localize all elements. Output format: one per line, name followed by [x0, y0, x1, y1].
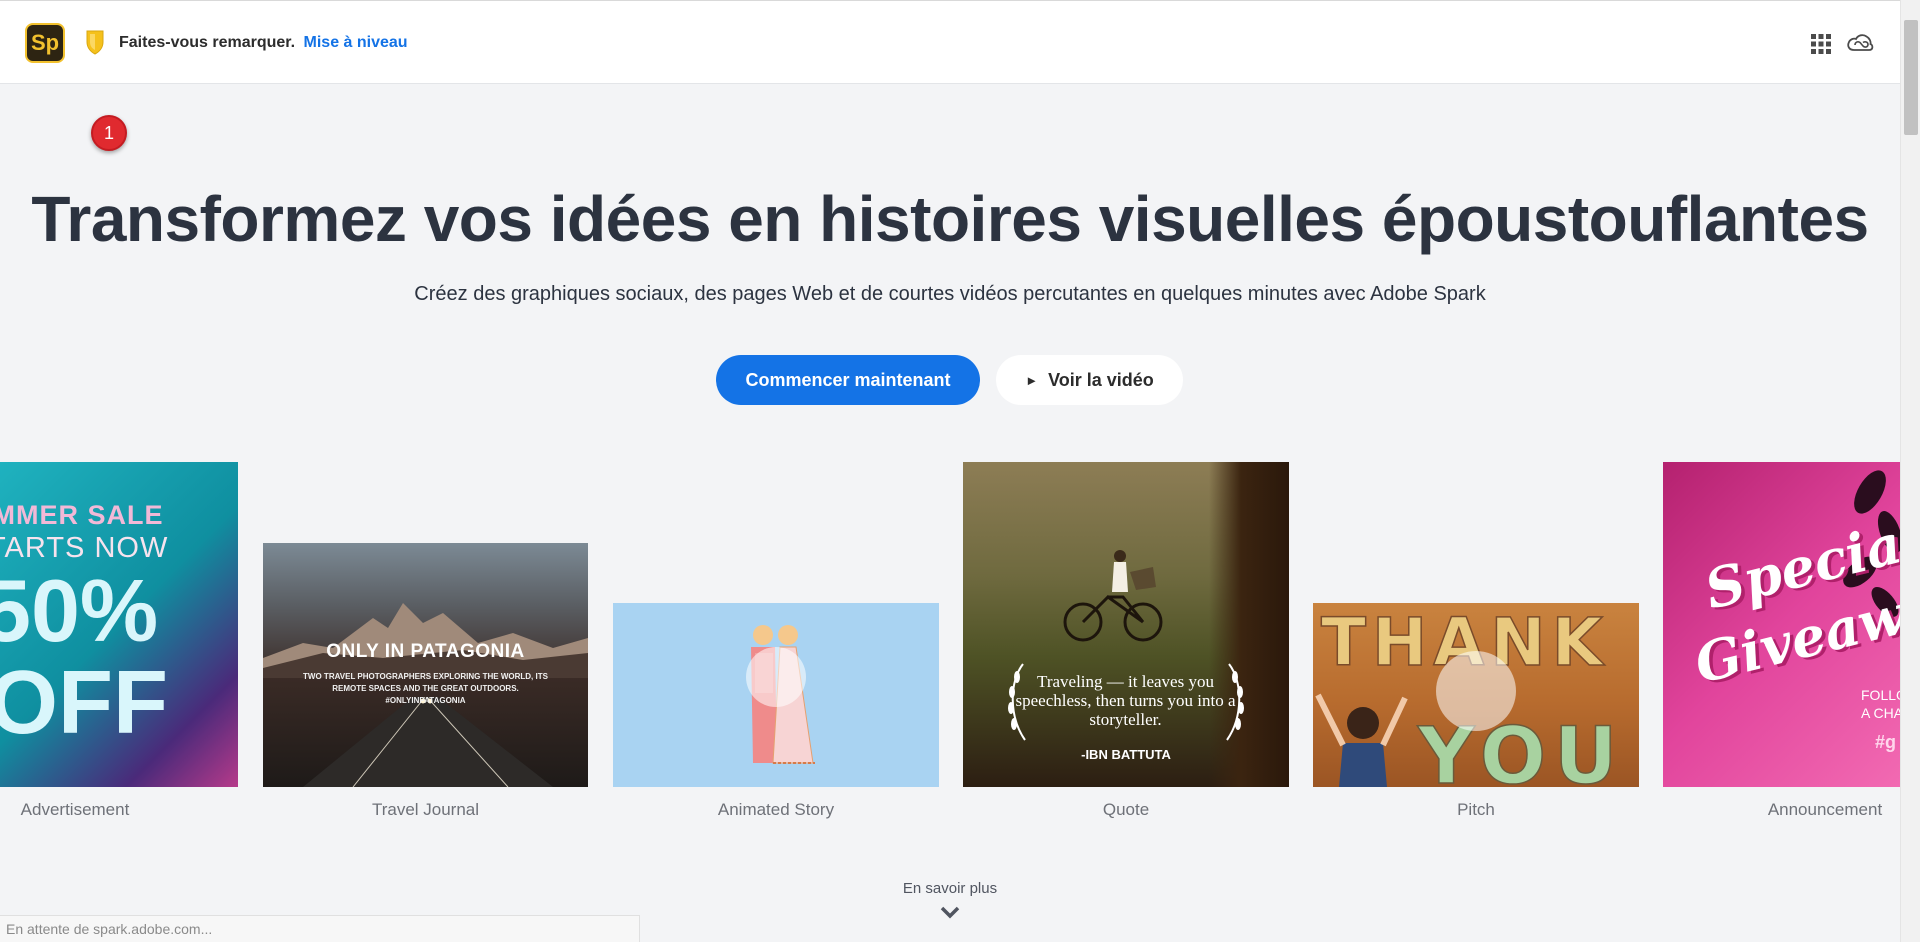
hero-title: Transformez vos idées en histoires visue…: [31, 183, 1869, 255]
card-quote-label[interactable]: Quote: [963, 800, 1289, 820]
card-quote-image[interactable]: Traveling — it leaves you speechless, th…: [963, 462, 1289, 787]
announce-follow-1: FOLLO: [1861, 687, 1900, 703]
hero-subtitle: Créez des graphiques sociaux, des pages …: [414, 283, 1486, 305]
creative-cloud-icon[interactable]: [1846, 31, 1874, 55]
card-pitch-image[interactable]: THANK YOU: [1313, 603, 1639, 787]
scrollbar-thumb[interactable]: [1904, 20, 1918, 135]
watch-video-button[interactable]: ► Voir la vidéo: [996, 355, 1183, 405]
play-overlay-icon[interactable]: [746, 647, 806, 707]
card-travel-journal-label[interactable]: Travel Journal: [263, 800, 588, 820]
promo-text: Faites-vous remarquer. Mise à niveau: [119, 34, 408, 52]
mountain-graphic: [263, 603, 588, 678]
play-icon: ►: [1025, 372, 1039, 388]
card-announcement-image[interactable]: Special Giveaw FOLLO A CHA #g: [1663, 462, 1900, 787]
top-bar: Sp Faites-vous remarquer. Mise à niveau: [0, 0, 1900, 84]
travel-title: ONLY IN PATAGONIA: [326, 641, 525, 662]
card-pitch-label[interactable]: Pitch: [1313, 800, 1639, 820]
shield-icon: [86, 30, 104, 55]
chevron-down-icon[interactable]: [940, 905, 960, 921]
card-advertisement-image[interactable]: UMMER SALE TARTS NOW 50% OFF: [0, 462, 238, 787]
ad-line-4: OFF: [0, 653, 168, 753]
card-announcement-label[interactable]: Announcement: [1735, 800, 1915, 820]
play-overlay-icon[interactable]: [1436, 651, 1516, 731]
quote-text: Traveling — it leaves you speechless, th…: [1015, 672, 1236, 729]
browser-status-bar: En attente de spark.adobe.com...: [0, 915, 640, 942]
ad-line-1: UMMER SALE: [0, 500, 164, 530]
watch-video-label: Voir la vidéo: [1048, 369, 1154, 390]
start-now-label: Commencer maintenant: [745, 369, 951, 390]
spark-logo[interactable]: Sp: [25, 23, 65, 63]
start-now-button[interactable]: Commencer maintenant: [716, 355, 980, 405]
announce-follow-2: A CHA: [1861, 705, 1900, 721]
cyclist-graphic: [1063, 550, 1163, 642]
upgrade-link[interactable]: Mise à niveau: [304, 34, 408, 51]
card-animated-story-label[interactable]: Animated Story: [613, 800, 939, 820]
road-graphic: [303, 697, 553, 787]
promo-message: Faites-vous remarquer.: [119, 34, 296, 51]
notification-badge[interactable]: 1: [91, 115, 127, 151]
card-travel-journal-image[interactable]: ONLY IN PATAGONIA TWO TRAVEL PHOTOGRAPHE…: [263, 543, 588, 787]
quote-author: -IBN BATTUTA: [1081, 747, 1171, 762]
card-animated-story-image[interactable]: [613, 603, 939, 787]
announce-hashtag: #g: [1875, 732, 1897, 752]
apps-grid-icon[interactable]: [1810, 33, 1832, 55]
ad-line-3: 50%: [0, 561, 159, 660]
travel-subtitle: TWO TRAVEL PHOTOGRAPHERS EXPLORING THE W…: [303, 672, 548, 705]
card-advertisement-label[interactable]: Advertisement: [0, 800, 150, 820]
learn-more-link[interactable]: En savoir plus: [0, 880, 1900, 897]
svg-text:YOU: YOU: [1417, 712, 1625, 787]
